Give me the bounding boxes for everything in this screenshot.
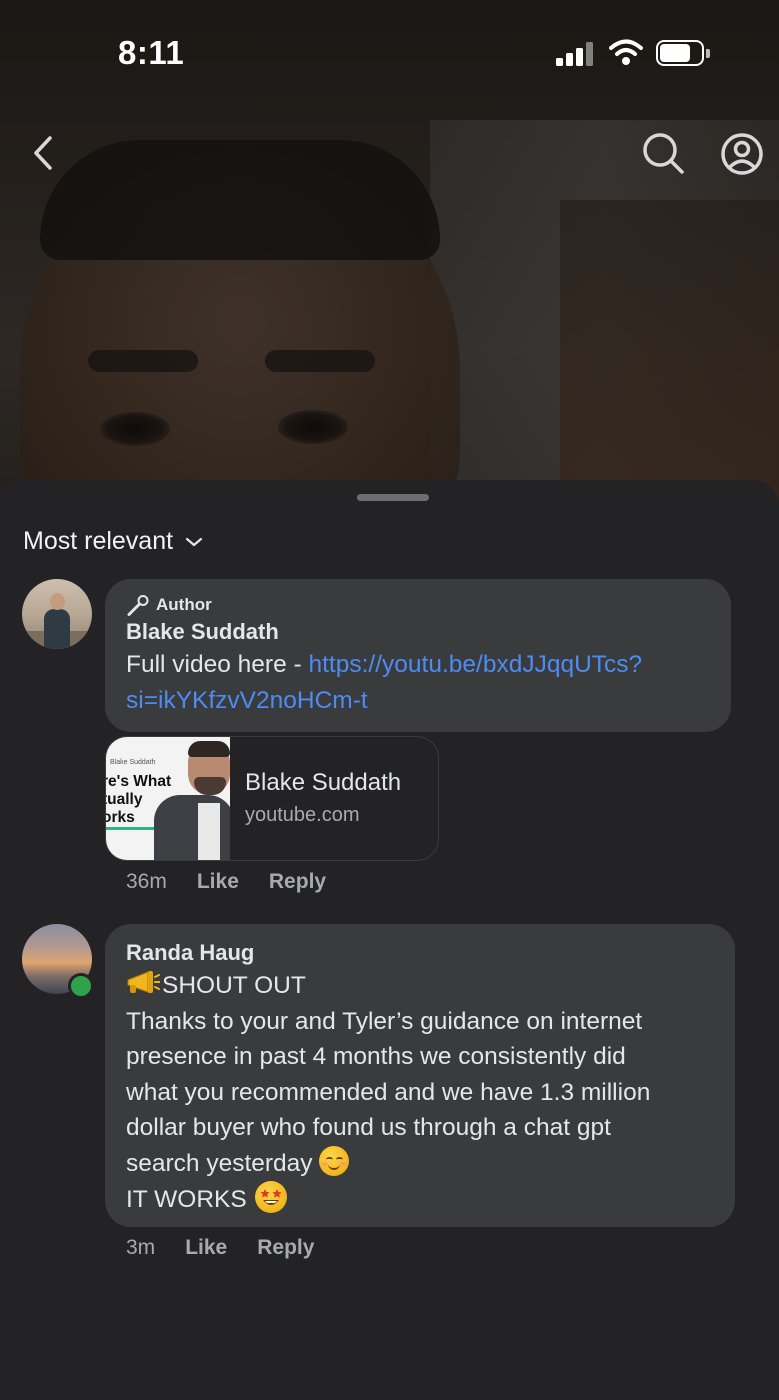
comment-line-4: what you recommended and we have 1.3 mil… (126, 1078, 651, 1106)
comment-time: 3m (126, 1236, 156, 1259)
comment-actions: 3m Like Reply (126, 1236, 344, 1260)
thumb-channel: Blake Suddath (110, 759, 156, 766)
reply-button[interactable]: Reply (257, 1236, 314, 1260)
sort-label: Most relevant (23, 526, 174, 555)
link-preview-title: Blake Suddath (245, 769, 402, 796)
commenter-name[interactable]: Blake Suddath (126, 617, 710, 647)
comment-text: SHOUT OUT Thanks to your and Tyler’s gui… (126, 968, 714, 1218)
battery-icon (656, 40, 712, 68)
sheet-grabber[interactable] (357, 494, 429, 501)
search-icon[interactable] (640, 130, 686, 176)
avatar[interactable] (22, 579, 92, 649)
chevron-down-icon (185, 537, 203, 547)
chevron-left-icon[interactable] (24, 130, 64, 176)
megaphone-icon (126, 970, 161, 994)
comment-bubble[interactable]: Randa Haug SHOUT OUT Thanks to your and … (105, 924, 735, 1227)
like-button[interactable]: Like (197, 870, 239, 894)
comment-link-line2[interactable]: si=ikYKfzvV2noHCm-t (126, 687, 368, 714)
commenter-name[interactable]: Randa Haug (126, 938, 714, 968)
author-badge-label: Author (156, 595, 212, 614)
status-bar: 8:11 (0, 0, 779, 100)
comment-line-7: IT WORKS (126, 1186, 247, 1213)
star-struck-icon (254, 1181, 287, 1213)
reply-button[interactable]: Reply (269, 870, 326, 894)
comment-line-3: presence in past 4 months we consistentl… (126, 1043, 626, 1070)
microphone-icon (127, 595, 149, 616)
comments-sheet: Most relevant Author Blake Suddath Full … (0, 480, 779, 1400)
comment-time: 36m (126, 870, 167, 893)
status-time: 8:11 (118, 34, 185, 71)
profile-icon[interactable] (718, 130, 766, 178)
link-preview-card[interactable]: Blake Suddath re's What tually orks Blak… (105, 736, 439, 861)
smiling-face-icon (318, 1145, 349, 1176)
like-button[interactable]: Like (185, 1236, 227, 1260)
link-preview-domain: youtube.com (245, 804, 360, 826)
comment-line-6: search yesterday (126, 1149, 313, 1177)
comment-line-1: SHOUT OUT (162, 972, 306, 999)
comment-text-prefix: Full video here - (126, 651, 309, 678)
comment-actions: 36m Like Reply (126, 870, 356, 894)
wifi-icon (609, 39, 643, 65)
comment-link-line1[interactable]: https://youtu.be/bxdJJqqUTcs? (308, 651, 642, 678)
link-preview-thumbnail: Blake Suddath re's What tually orks (106, 737, 230, 860)
author-badge: Author (126, 593, 710, 617)
comment-text: Full video here - https://youtu.be/bxdJJ… (126, 647, 710, 718)
sort-dropdown[interactable]: Most relevant (23, 524, 203, 558)
cellular-signal-icon (556, 42, 596, 66)
online-status-dot (68, 973, 94, 999)
comment-line-5: dollar buyer who found us through a chat… (126, 1114, 611, 1141)
comment-bubble[interactable]: Author Blake Suddath Full video here - h… (105, 579, 731, 732)
comment-line-2: Thanks to your and Tyler’s guidance on i… (126, 1007, 643, 1035)
